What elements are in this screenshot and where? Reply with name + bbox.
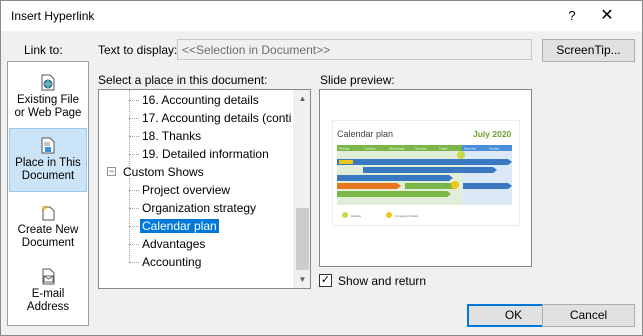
- slide-thumbnail: Calendar plan July 2020 Monday Tuesday W…: [332, 120, 520, 226]
- tree-connector: [129, 244, 139, 245]
- sidebar-item-existing-file[interactable]: Existing File or Web Page: [9, 66, 87, 130]
- sidebar-item-label: E-mail: [31, 288, 65, 300]
- tree-connector: [129, 118, 139, 119]
- tree-connector: [129, 208, 139, 209]
- tree-item-slide[interactable]: 18. Thanks: [142, 127, 201, 145]
- sidebar-item-label: Place in This: [15, 157, 81, 169]
- sidebar-item-label: Document: [21, 170, 75, 182]
- day-label: Sunday: [489, 147, 500, 151]
- help-button[interactable]: ?: [556, 5, 588, 27]
- slide-preview-label: Slide preview:: [320, 73, 395, 87]
- tree-connector: [129, 100, 139, 101]
- tree-item-custom-show[interactable]: Organization strategy: [142, 199, 256, 217]
- place-tree[interactable]: 16. Accounting details 17. Accounting de…: [98, 89, 311, 289]
- tree-connector: [129, 90, 130, 172]
- day-label: Saturday: [464, 147, 477, 151]
- sidebar-item-label: Existing File: [17, 94, 79, 106]
- title-bar: Insert Hyperlink ? ✕: [1, 1, 642, 31]
- day-label: Monday: [339, 147, 350, 151]
- globe-document-icon: [41, 74, 55, 91]
- tree-scrollbar[interactable]: ▲ ▼: [293, 90, 310, 288]
- tree-item-custom-show[interactable]: Advantages: [142, 235, 205, 253]
- tree-connector: [129, 262, 139, 263]
- new-document-icon: [41, 205, 55, 221]
- insert-hyperlink-dialog: Insert Hyperlink ? ✕ Link to: Existing F…: [0, 0, 643, 336]
- day-label: Wednesday: [389, 147, 405, 151]
- sidebar-item-place-in-document[interactable]: Place in This Document: [9, 128, 87, 192]
- screentip-button[interactable]: ScreenTip...: [542, 39, 635, 62]
- cancel-button[interactable]: Cancel: [542, 304, 635, 327]
- document-place-icon: [41, 137, 55, 154]
- slide-date: July 2020: [473, 129, 512, 139]
- text-to-display-field[interactable]: <<Selection in Document>>: [177, 39, 532, 60]
- sidebar-item-label: Address: [26, 301, 70, 313]
- tree-connector: [129, 154, 139, 155]
- tree-item-slide[interactable]: 19. Detailed information: [142, 145, 269, 163]
- sidebar-item-label: or Web Page: [14, 107, 82, 119]
- sidebar-item-email-address[interactable]: E-mail Address: [9, 260, 87, 324]
- sidebar-item-label: Document: [21, 237, 75, 249]
- tree-item-slide[interactable]: 17. Accounting details (conti: [142, 109, 291, 127]
- day-label: Tuesday: [364, 147, 376, 151]
- tree-item-slide[interactable]: 16. Accounting details: [142, 91, 259, 109]
- scroll-up-arrow-icon[interactable]: ▲: [294, 90, 310, 107]
- email-icon: [42, 268, 55, 285]
- calendar-plan-thumbnail: Calendar plan July 2020 Monday Tuesday W…: [337, 129, 512, 218]
- scroll-thumb[interactable]: [296, 208, 309, 270]
- link-to-sidebar: Existing File or Web Page Place in This …: [7, 61, 89, 326]
- tree-connector: [129, 136, 139, 137]
- tree-item-custom-show[interactable]: Project overview: [142, 181, 230, 199]
- legend-holiday: Holiday: [351, 214, 362, 218]
- tree-item-custom-show-selected[interactable]: Calendar plan: [140, 217, 219, 235]
- slide-title: Calendar plan: [337, 129, 393, 139]
- scroll-down-arrow-icon[interactable]: ▼: [294, 271, 310, 288]
- day-label: Thursday: [414, 147, 427, 151]
- sidebar-item-label: Create New: [17, 224, 79, 236]
- slide-preview: Calendar plan July 2020 Monday Tuesday W…: [319, 89, 532, 267]
- tree-item-custom-shows[interactable]: Custom Shows: [123, 163, 204, 181]
- legend-company-holiday: Company holiday: [395, 214, 419, 218]
- close-button[interactable]: ✕: [591, 5, 623, 27]
- text-to-display-label: Text to display:: [98, 43, 178, 57]
- show-and-return-checkbox[interactable]: ✓: [319, 274, 332, 287]
- place-in-document-label: Select a place in this document:: [98, 73, 268, 87]
- link-to-label: Link to:: [24, 43, 63, 57]
- day-label: Friday: [439, 147, 448, 151]
- tree-connector: [129, 226, 139, 227]
- collapse-toggle[interactable]: −: [107, 167, 116, 176]
- tree-connector: [129, 190, 139, 191]
- dialog-title: Insert Hyperlink: [11, 9, 95, 23]
- tree-item-custom-show[interactable]: Accounting: [142, 253, 201, 271]
- sidebar-item-create-new-document[interactable]: Create New Document: [9, 196, 87, 260]
- show-and-return-label: Show and return: [338, 274, 427, 288]
